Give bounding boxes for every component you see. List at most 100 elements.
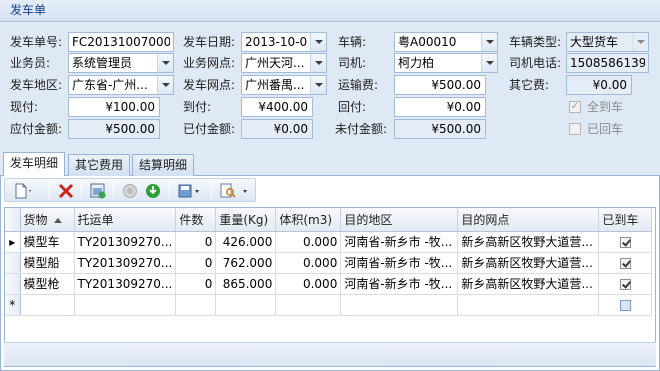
window-title: 发车单 [0, 0, 660, 22]
cell-dest-branch[interactable]: 新乡高新区牧野大道营... [457, 231, 600, 253]
new-icon[interactable] [13, 182, 33, 200]
column-header-waybill[interactable]: 托运单 [74, 208, 177, 232]
disabled-icon[interactable] [121, 182, 139, 200]
column-header-weight[interactable]: 重量(Kg) [215, 208, 277, 232]
column-header-goods[interactable]: 货物 [20, 208, 75, 232]
cell-volume[interactable]: 0.000 [275, 231, 342, 253]
chevron-down-icon[interactable] [157, 76, 173, 94]
cell-weight[interactable]: 426.000 [215, 231, 277, 253]
tab-settlement-detail[interactable]: 结算明细 [132, 154, 195, 176]
freight-field[interactable]: ¥500.00 [394, 75, 486, 95]
cell-goods[interactable]: 模型枪 [20, 273, 75, 295]
dest-branch-select[interactable]: 广州番禺... [241, 75, 327, 95]
cell-weight[interactable]: 865.000 [215, 273, 277, 295]
cell-waybill[interactable]: TY201309270... [74, 231, 177, 253]
column-header-pieces[interactable]: 件数 [175, 208, 217, 232]
cell-waybill[interactable]: TY201309270... [74, 273, 177, 295]
cell-weight[interactable] [215, 294, 277, 316]
cell-dest-area[interactable] [340, 294, 459, 316]
cell-weight[interactable]: 762.000 [215, 252, 277, 274]
column-header-volume[interactable]: 体积(m3) [275, 208, 342, 232]
chevron-down-icon[interactable] [310, 33, 326, 51]
cell-arrived[interactable] [598, 273, 653, 295]
row-indicator [5, 273, 21, 295]
detail-tabs: 发车明细 其它费用 结算明细 [0, 151, 660, 177]
checkbox-checked-icon[interactable] [619, 236, 631, 248]
returned-checkbox[interactable]: 已回车 [569, 120, 623, 138]
cell-dest-branch[interactable]: 新乡高新区牧野大道营... [457, 252, 600, 274]
payable-field[interactable]: ¥500.00 [68, 119, 160, 139]
tab-dispatch-detail[interactable]: 发车明细 [3, 152, 66, 177]
dispatch-no-field[interactable]: FC201310070001 [68, 32, 174, 52]
cell-volume[interactable]: 0.000 [275, 252, 342, 274]
column-header-dest-branch[interactable]: 目的网点 [457, 208, 600, 232]
cell-volume[interactable]: 0.000 [275, 273, 342, 295]
column-header-arrived[interactable]: 已到车 [598, 208, 653, 232]
checkbox-empty-icon[interactable] [619, 299, 631, 311]
dest-branch-label: 发车网点: [183, 78, 236, 92]
cell-waybill[interactable] [74, 294, 177, 316]
tab-other-fees[interactable]: 其它费用 [68, 154, 131, 176]
chevron-down-icon[interactable] [310, 76, 326, 94]
toolbar-separator [211, 182, 212, 199]
grid-toolbar [4, 178, 256, 202]
cell-goods[interactable]: 模型船 [20, 252, 75, 274]
chevron-down-icon[interactable] [632, 33, 648, 51]
all-arrived-checkbox[interactable]: ✓ 全到车 [569, 98, 623, 116]
dispatch-date-picker[interactable]: 2013-10-07 [241, 32, 327, 52]
table-row[interactable]: 模型枪 TY201309270... 0 865.000 0.000 河南省-新… [5, 273, 653, 295]
paid-field[interactable]: ¥0.00 [241, 119, 313, 139]
download-icon[interactable] [144, 182, 162, 200]
chevron-down-icon[interactable] [481, 33, 497, 51]
toolbar-separator [113, 182, 114, 199]
chevron-down-icon[interactable] [481, 54, 497, 72]
cell-arrived[interactable] [598, 231, 653, 253]
cell-dest-branch[interactable]: 新乡高新区牧野大道营... [457, 273, 600, 295]
vehicle-type-select[interactable]: 大型货车 [566, 32, 649, 52]
cell-pieces[interactable]: 0 [175, 273, 217, 295]
other-fee-field[interactable]: ¥0.00 [566, 75, 632, 95]
checkbox-checked-icon[interactable] [619, 257, 631, 269]
cell-dest-area[interactable]: 河南省-新乡市 -牧... [340, 231, 459, 253]
cell-dest-branch[interactable] [457, 294, 600, 316]
cash-field[interactable]: ¥100.00 [68, 97, 160, 117]
column-header-dest-area[interactable]: 目的地区 [340, 208, 459, 232]
driver-phone-field[interactable]: 15085861391 [566, 53, 649, 73]
checkbox-empty-icon [569, 123, 581, 135]
cell-pieces[interactable]: 0 [175, 252, 217, 274]
chevron-down-icon[interactable] [157, 54, 173, 72]
chevron-down-icon[interactable] [310, 54, 326, 72]
cell-goods[interactable] [20, 294, 75, 316]
clerk-select[interactable]: 系统管理员 [68, 53, 174, 73]
vehicle-type-label: 车辆类型: [509, 35, 562, 49]
save-row-icon[interactable] [89, 182, 107, 200]
export-icon[interactable] [177, 182, 203, 200]
unpaid-field[interactable]: ¥500.00 [394, 119, 486, 139]
dispatch-form: 发车单号: FC201310070001 发车日期: 2013-10-07 车辆… [0, 22, 660, 150]
cell-pieces[interactable] [175, 294, 217, 316]
cell-dest-area[interactable]: 河南省-新乡市 -牧... [340, 273, 459, 295]
search-icon[interactable] [219, 182, 253, 200]
dispatch-date-label: 发车日期: [183, 35, 236, 49]
cell-waybill[interactable]: TY201309270... [74, 252, 177, 274]
grid-footer [4, 342, 656, 366]
branch-select[interactable]: 广州天河... [241, 53, 327, 73]
cell-arrived[interactable] [598, 252, 653, 274]
paid-label: 已付金额: [183, 122, 236, 136]
cell-pieces[interactable]: 0 [175, 231, 217, 253]
checkbox-checked-icon[interactable] [619, 278, 631, 290]
driver-select[interactable]: 柯力柏 [394, 53, 498, 73]
cod-field[interactable]: ¥400.00 [241, 97, 313, 117]
vehicle-select[interactable]: 粤A00010 [394, 32, 498, 52]
cell-goods[interactable]: 模型车 [20, 231, 75, 253]
cell-volume[interactable] [275, 294, 342, 316]
return-pay-field[interactable]: ¥0.00 [394, 97, 486, 117]
new-row[interactable]: * [5, 294, 653, 316]
cell-arrived[interactable] [598, 294, 653, 316]
delete-icon[interactable] [57, 182, 75, 200]
row-indicator-header [5, 208, 21, 232]
cell-dest-area[interactable]: 河南省-新乡市 -牧... [340, 252, 459, 274]
origin-select[interactable]: 广东省-广州... [68, 75, 174, 95]
table-row[interactable]: ▸ 模型车 TY201309270... 0 426.000 0.000 河南省… [5, 231, 653, 253]
table-row[interactable]: 模型船 TY201309270... 0 762.000 0.000 河南省-新… [5, 252, 653, 274]
